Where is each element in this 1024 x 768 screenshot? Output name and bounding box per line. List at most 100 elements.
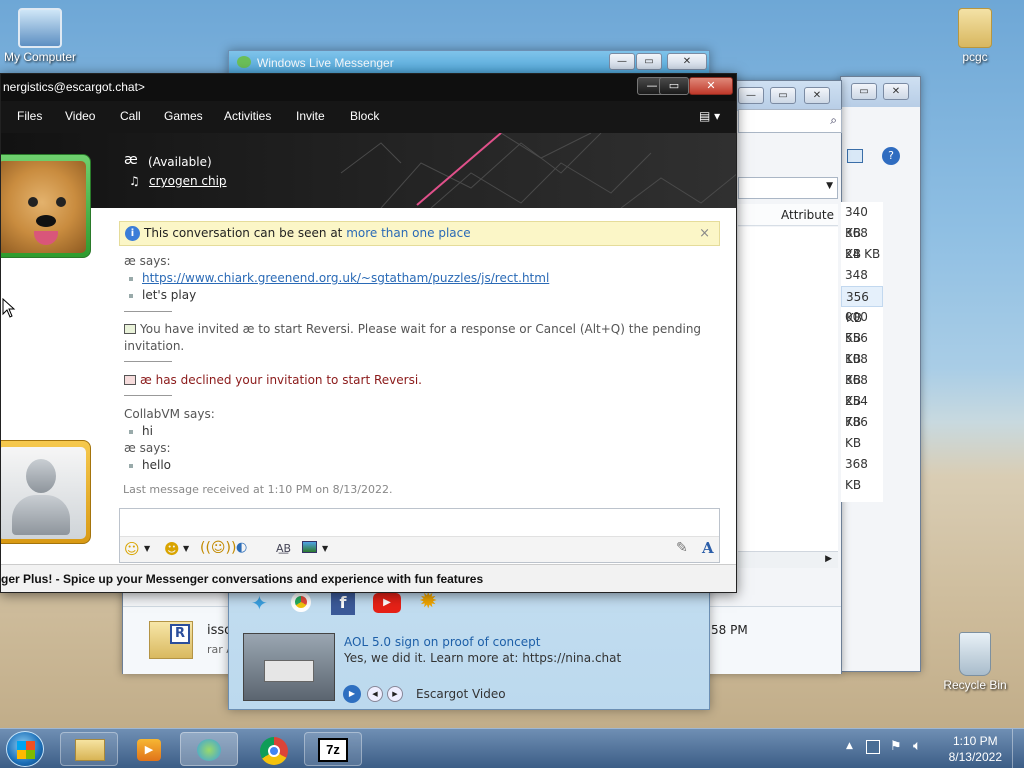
declined-notice: æ has declined your invitation to start … — [124, 373, 422, 387]
restore-button[interactable]: ▭ — [851, 83, 877, 100]
desktop-icon-my-computer[interactable]: My Computer — [0, 8, 80, 64]
7zip-icon: 7z — [318, 738, 348, 762]
menu-block[interactable]: Block — [350, 109, 379, 123]
play-button[interactable]: ▶ — [343, 685, 361, 703]
messenger-icon — [197, 739, 221, 761]
contact-avatar[interactable] — [1, 161, 86, 253]
menu-games[interactable]: Games — [164, 109, 203, 123]
help-icon[interactable]: ? — [882, 147, 900, 165]
display-menu-icon[interactable]: ▤ ▾ — [699, 109, 720, 123]
horizontal-scrollbar[interactable]: ▶ — [738, 551, 838, 568]
size-cell: 340 KB — [845, 205, 868, 240]
maximize-button[interactable]: ▭ — [636, 53, 662, 70]
size-cell: 24 KB — [845, 247, 881, 261]
scroll-right-icon[interactable]: ▶ — [825, 554, 832, 564]
ad-bar[interactable]: ger Plus! - Spice up your Messenger conv… — [1, 564, 736, 592]
folder-icon — [958, 8, 992, 48]
chrome-link-icon[interactable] — [291, 592, 311, 612]
taskbar-messenger-button[interactable] — [180, 732, 238, 766]
close-button[interactable]: ✕ — [804, 87, 830, 104]
background-icon[interactable] — [302, 541, 317, 553]
network-icon[interactable] — [866, 740, 880, 754]
wink-icon[interactable]: ☻ — [164, 540, 180, 558]
desktop-icon-pcgc[interactable]: pcgc — [935, 8, 1015, 64]
conversation-window[interactable]: nergistics@escargot.chat> — ▭ ✕ Files Vi… — [0, 73, 737, 593]
size-cell: 368 KB — [845, 226, 868, 261]
envelope-icon — [124, 324, 136, 334]
handwriting-icon[interactable]: ✎ — [676, 540, 688, 556]
start-button[interactable] — [6, 731, 44, 767]
close-button[interactable]: ✕ — [689, 77, 733, 95]
menu-video[interactable]: Video — [65, 109, 95, 123]
youtube-icon[interactable]: ▶ — [373, 593, 401, 613]
message-sender: CollabVM says: — [124, 407, 215, 421]
desktop-icon-recycle-bin[interactable]: Recycle Bin — [935, 632, 1015, 692]
last-message-status: Last message received at 1:10 PM on 8/13… — [123, 483, 393, 496]
maximize-button[interactable]: ▭ — [770, 87, 796, 104]
menu-call[interactable]: Call — [120, 109, 141, 123]
close-button[interactable]: ✕ — [883, 83, 909, 100]
next-button[interactable]: ▶ — [387, 686, 403, 702]
font-style-icon[interactable]: A͟B — [276, 542, 291, 555]
previous-button[interactable]: ◀ — [367, 686, 383, 702]
conversation-title: nergistics@escargot.chat> — [3, 80, 145, 94]
dropdown[interactable]: ▼ — [738, 177, 838, 199]
conversation-titlebar[interactable]: nergistics@escargot.chat> — [1, 74, 736, 101]
info-bar-text: This conversation can be seen at — [144, 226, 347, 240]
action-center-icon[interactable]: ⚑ — [890, 739, 902, 754]
chevron-down-icon[interactable]: ▼ — [183, 544, 189, 553]
message-text: hi — [142, 424, 153, 438]
desktop-icon-label: Recycle Bin — [943, 678, 1007, 692]
column-header-attribute[interactable]: Attribute — [738, 204, 838, 226]
facebook-icon[interactable]: f — [331, 591, 355, 615]
file-list[interactable] — [738, 227, 838, 557]
taskbar-explorer-button[interactable] — [60, 732, 118, 766]
font-icon[interactable]: A — [702, 539, 714, 557]
taskbar-7zip-button[interactable]: 7z — [304, 732, 362, 766]
info-bar-link[interactable]: more than one place — [346, 226, 470, 240]
contact-song[interactable]: cryogen chip — [149, 174, 227, 188]
menu-invite[interactable]: Invite — [296, 109, 325, 123]
taskbar-media-player-button[interactable]: ▶ — [120, 732, 178, 766]
minimize-button[interactable]: — — [609, 53, 635, 70]
taskbar-chrome-button[interactable] — [244, 732, 302, 766]
show-desktop-button[interactable] — [1012, 729, 1024, 768]
menu-files[interactable]: Files — [17, 109, 42, 123]
size-cell: 108 KB — [845, 352, 868, 387]
info-bar: i This conversation can be seen at more … — [119, 221, 720, 246]
chevron-down-icon[interactable]: ▼ — [322, 544, 328, 553]
close-icon[interactable]: × — [699, 222, 710, 245]
menu-activities[interactable]: Activities — [224, 109, 271, 123]
emoticon-icon[interactable]: ☺ — [124, 540, 140, 558]
message-link[interactable]: https://www.chiark.greenend.org.uk/~sgta… — [142, 271, 549, 285]
contact-avatar-frame — [1, 154, 91, 258]
messenger-title: Windows Live Messenger — [257, 56, 394, 70]
declined-envelope-icon — [124, 375, 136, 385]
volume-icon[interactable]: 🔈︎ — [913, 738, 921, 754]
divider — [124, 361, 172, 362]
invite-notice-cont: invitation. — [124, 339, 185, 353]
chevron-down-icon[interactable]: ▼ — [144, 544, 150, 553]
own-avatar[interactable] — [1, 447, 86, 539]
banner-pattern — [340, 133, 736, 208]
video-thumbnail[interactable] — [243, 633, 335, 701]
nudge-icon[interactable]: ((☺)) — [200, 540, 236, 556]
close-button[interactable]: ✕ — [667, 53, 707, 70]
file-list-sizes: 340 KB 368 KB 24 KB 348 KB 356 KB 000 KB… — [841, 202, 883, 502]
size-cell: 348 KB — [845, 268, 868, 303]
message-input[interactable]: ☺ ▼ ☻ ▼ ((☺)) ◐ A͟B ▼ ✎ A — [119, 508, 720, 563]
search-box[interactable]: ⌕ — [738, 109, 842, 133]
clock-date: 8/13/2022 — [948, 750, 1002, 764]
clock[interactable]: 1:10 PM 8/13/2022 — [949, 733, 1002, 765]
desktop-icon-label: My Computer — [3, 50, 77, 64]
pane-toggle-icon[interactable] — [847, 149, 863, 163]
maximize-button[interactable]: ▭ — [659, 77, 689, 95]
show-hidden-icons-button[interactable]: ▲ — [846, 741, 853, 751]
size-cell[interactable]: 356 KB — [841, 286, 883, 325]
contact-banner: æ (Available) ♫ cryogen chip — [1, 133, 736, 208]
minimize-button[interactable]: — — [738, 87, 764, 104]
voice-clip-icon[interactable]: ◐ — [236, 540, 247, 555]
messenger-butterfly-icon[interactable]: ✦ — [251, 591, 268, 615]
video-title[interactable]: AOL 5.0 sign on proof of concept — [344, 635, 540, 649]
music-note-icon: ♫ — [129, 174, 140, 188]
